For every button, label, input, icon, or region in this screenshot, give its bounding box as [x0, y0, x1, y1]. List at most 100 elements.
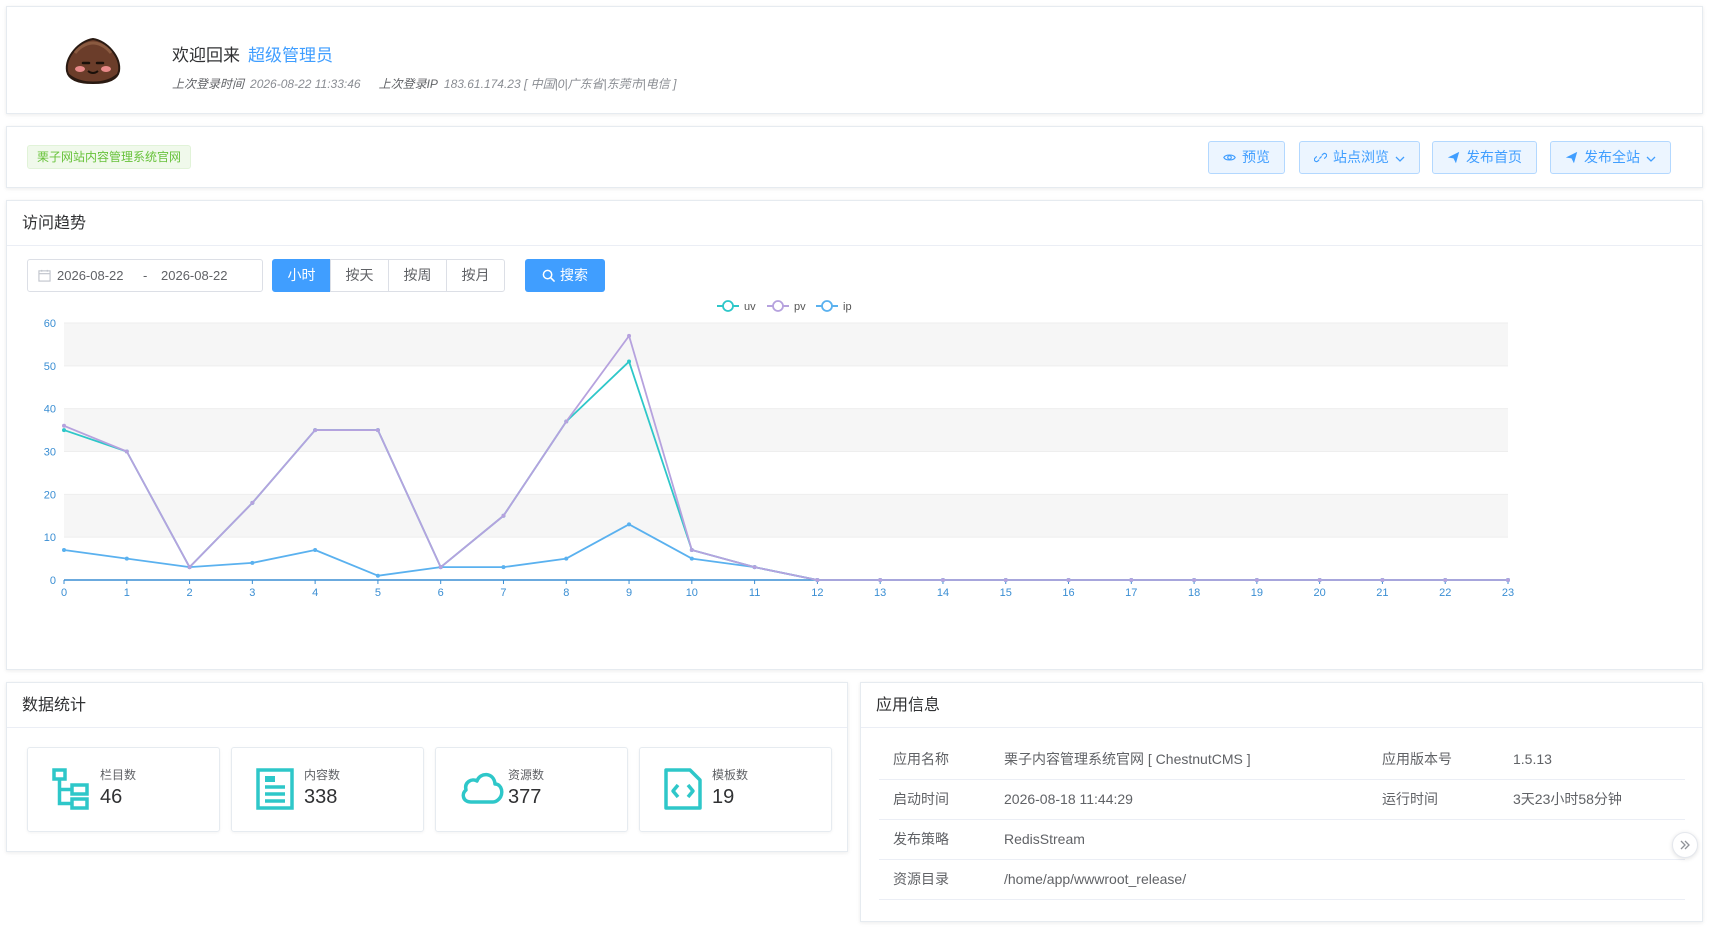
x-tick-label: 2: [187, 587, 193, 599]
x-tick-label: 19: [1251, 587, 1263, 599]
send-icon: [1447, 151, 1460, 164]
date-end[interactable]: 2026-08-22: [161, 260, 228, 291]
search-button[interactable]: 搜索: [525, 259, 605, 292]
code-file-icon: [664, 768, 702, 810]
tree-icon: [52, 768, 89, 810]
resource-dir-label: 资源目录: [879, 859, 990, 900]
last-login-ip-label: 上次登录IP: [378, 77, 438, 91]
data-point-uv: [627, 359, 632, 364]
granularity-week[interactable]: 按周: [388, 259, 447, 292]
table-row: 发布策略 RedisStream: [879, 819, 1685, 860]
data-point-pv: [878, 578, 883, 582]
cloud-icon: [461, 772, 504, 804]
data-point-pv: [1317, 578, 1322, 582]
login-info: 上次登录时间 2026-08-22 11:33:46 上次登录IP 183.61.17…: [172, 75, 694, 92]
data-point-pv: [1443, 578, 1448, 582]
x-tick-label: 1: [124, 587, 130, 599]
send-icon: [1565, 151, 1578, 164]
data-point-pv: [438, 565, 443, 570]
table-row: 启动时间 2026-08-18 11:44:29 运行时间 3天23小时58分钟: [879, 779, 1685, 820]
x-tick-label: 8: [563, 587, 569, 599]
site-browse-dropdown[interactable]: 站点浏览: [1299, 141, 1420, 174]
publish-all-dropdown[interactable]: 发布全站: [1550, 141, 1671, 174]
visit-trend-title: 访问趋势: [7, 201, 1702, 246]
data-point-ip: [627, 522, 632, 527]
x-tick-label: 5: [375, 587, 381, 599]
username-link[interactable]: 超级管理员: [248, 46, 333, 65]
stat-label: 内容数: [304, 768, 341, 782]
granularity-hour[interactable]: 小时: [272, 259, 331, 292]
granularity-day[interactable]: 按天: [330, 259, 389, 292]
start-time-label: 启动时间: [879, 779, 990, 820]
data-point-ip: [62, 548, 66, 553]
data-stats-title: 数据统计: [7, 683, 847, 728]
data-point-pv: [124, 449, 129, 454]
x-tick-label: 18: [1188, 587, 1200, 599]
stat-label: 资源数: [508, 768, 545, 782]
grid-band: [64, 323, 1508, 366]
x-tick-label: 11: [749, 587, 760, 599]
data-point-ip: [501, 565, 506, 570]
stat-label: 栏目数: [100, 768, 137, 782]
data-point-pv: [1066, 578, 1071, 582]
legend-marker-uv: [722, 300, 734, 312]
data-point-pv: [940, 578, 945, 582]
legend-label-pv: pv: [794, 301, 806, 313]
x-tick-label: 17: [1125, 587, 1137, 599]
publish-all-label: 发布全站: [1584, 149, 1640, 165]
data-point-pv: [62, 423, 66, 428]
y-tick-label: 0: [50, 575, 56, 587]
data-point-pv: [250, 500, 255, 505]
x-tick-label: 16: [1062, 587, 1074, 599]
app-name-label: 应用名称: [879, 739, 990, 780]
site-toolbar: 栗子网站内容管理系统官网 预览 站点浏览 发布首页 发布全站: [6, 126, 1703, 188]
preview-label: 预览: [1242, 149, 1270, 165]
publish-strategy-label: 发布策略: [879, 819, 990, 860]
data-point-ip: [313, 548, 318, 553]
data-point-pv: [1192, 578, 1197, 582]
last-login-time: 2026-08-22 11:33:46: [250, 77, 361, 91]
y-tick-label: 20: [44, 489, 56, 501]
data-point-ip: [250, 560, 255, 565]
data-point-pv: [1129, 578, 1134, 582]
x-tick-label: 4: [312, 587, 318, 599]
stat-card-resources[interactable]: 资源数 377: [435, 747, 628, 832]
legend-label-ip: ip: [843, 301, 852, 313]
site-name-tag: 栗子网站内容管理系统官网: [27, 145, 192, 169]
data-point-uv: [62, 428, 66, 433]
data-point-pv: [501, 513, 506, 518]
date-start[interactable]: 2026-08-22: [57, 260, 124, 291]
stat-value: 377: [508, 786, 542, 808]
legend-marker-pv: [772, 300, 784, 312]
uptime-label: 运行时间: [1368, 779, 1499, 820]
granularity-month[interactable]: 按月: [446, 259, 505, 292]
publish-home-button[interactable]: 发布首页: [1432, 141, 1537, 174]
data-point-pv: [1506, 578, 1510, 582]
date-range-picker[interactable]: 2026-08-22 - 2026-08-22: [27, 259, 263, 292]
stat-card-columns[interactable]: 栏目数 46: [27, 747, 220, 832]
site-browse-label: 站点浏览: [1333, 149, 1389, 165]
publish-strategy-value: RedisStream: [990, 819, 1685, 860]
stat-card-templates[interactable]: 模板数 19: [639, 747, 832, 832]
scroll-right-button[interactable]: [1672, 832, 1698, 858]
x-tick-label: 7: [500, 587, 506, 599]
app-info-title: 应用信息: [861, 683, 1702, 728]
search-icon: [542, 269, 555, 282]
table-row: 资源目录 /home/app/wwwroot_release/: [879, 859, 1685, 900]
app-info-card: 应用信息 应用名称 栗子内容管理系统官网 [ ChestnutCMS ] 应用版…: [860, 682, 1703, 922]
link-icon: [1313, 152, 1328, 163]
start-time-value: 2026-08-18 11:44:29: [990, 779, 1368, 820]
grid-band: [64, 451, 1508, 495]
preview-button[interactable]: 预览: [1208, 141, 1285, 174]
y-tick-label: 30: [44, 447, 56, 459]
stat-card-contents[interactable]: 内容数 338: [231, 747, 424, 832]
x-tick-label: 6: [438, 587, 444, 599]
x-tick-label: 21: [1376, 587, 1388, 599]
app-name-value: 栗子内容管理系统官网 [ ChestnutCMS ]: [990, 739, 1368, 780]
welcome-card: 欢迎回来 超级管理员 上次登录时间 2026-08-22 11:33:46 上次登录I…: [6, 6, 1703, 114]
app-version-value: 1.5.13: [1499, 739, 1685, 780]
publish-home-label: 发布首页: [1466, 149, 1522, 165]
data-point-ip: [124, 556, 129, 561]
app-info-table: 应用名称 栗子内容管理系统官网 [ ChestnutCMS ] 应用版本号 1.…: [879, 739, 1685, 900]
data-point-pv: [1003, 578, 1008, 582]
